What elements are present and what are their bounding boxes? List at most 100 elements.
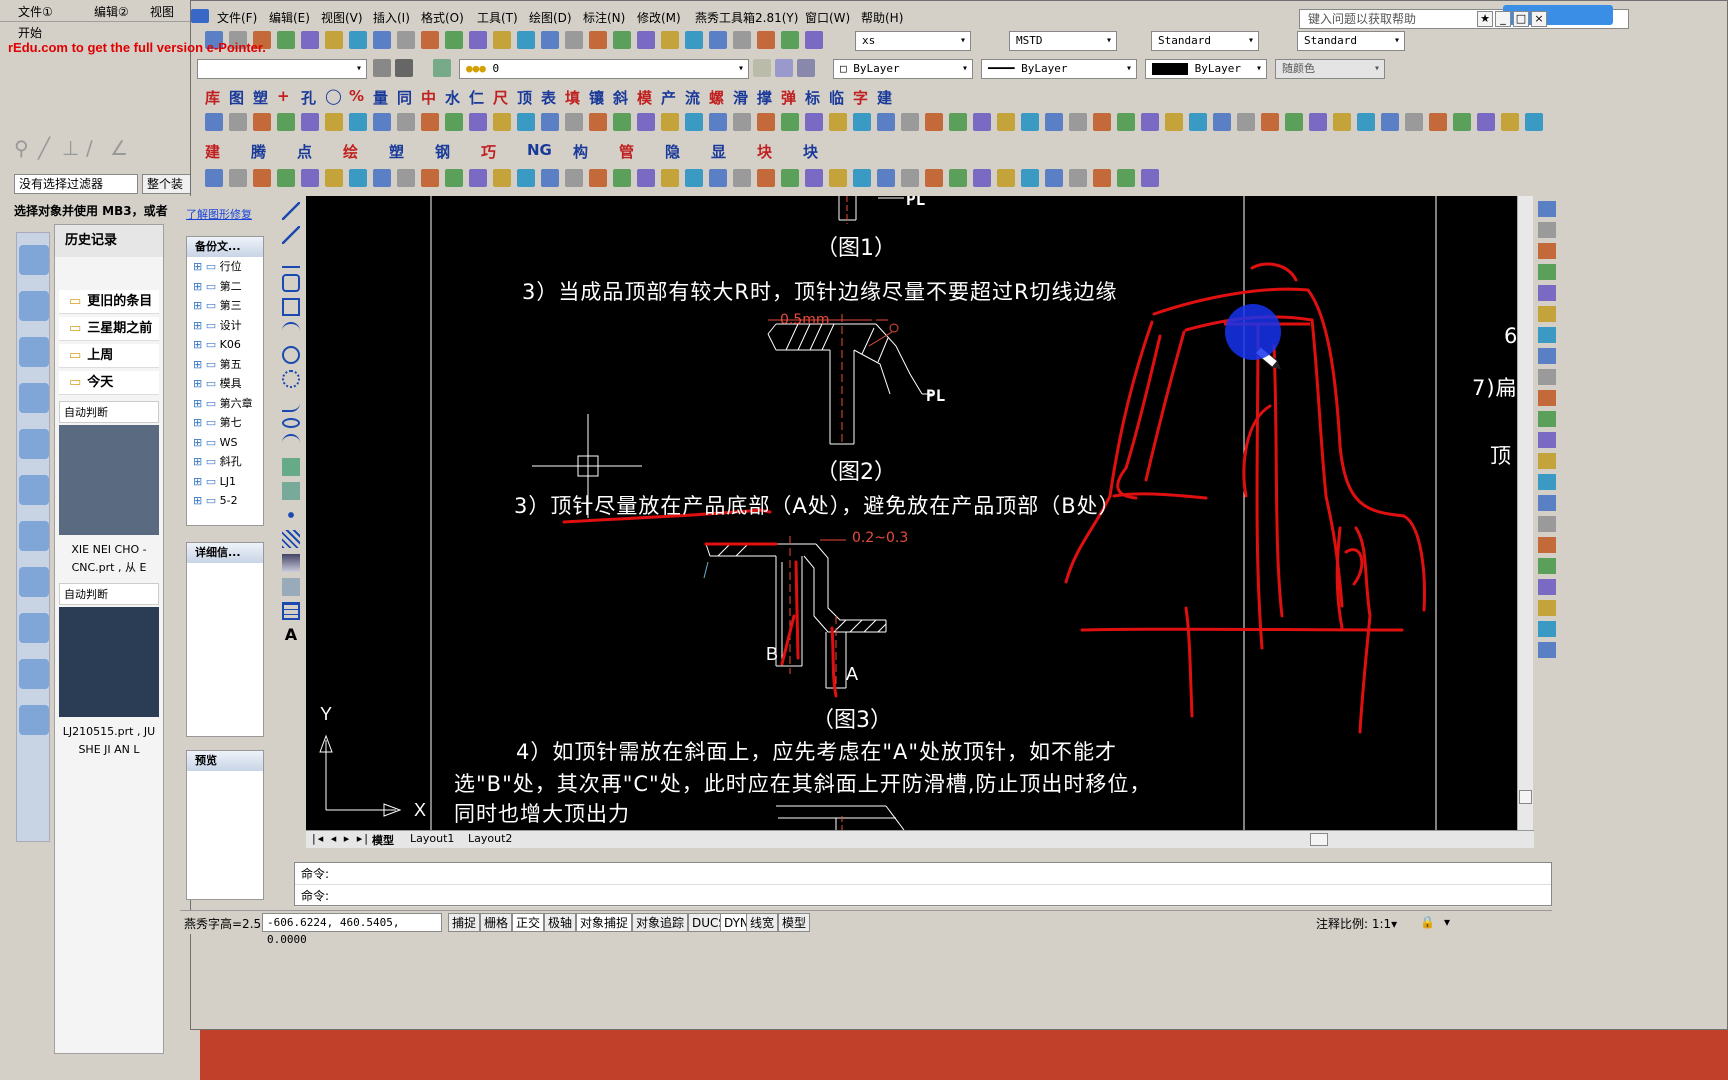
toolbar-button-icon[interactable] [1021, 113, 1039, 131]
layer-tool-icon[interactable] [373, 59, 391, 77]
modify-tool-icon[interactable] [1538, 369, 1556, 385]
history-icon[interactable] [19, 475, 49, 505]
toolbar-button-icon[interactable] [1237, 113, 1255, 131]
mold-tool-button[interactable]: 塑 [389, 141, 404, 162]
toolbar-button-icon[interactable] [1093, 113, 1111, 131]
drawing-canvas[interactable]: PL （图1） 3）当成品顶部有较大R时，顶针边缘尽量不要超过R切线边缘 0.5… [306, 196, 1517, 830]
mold-tool-button[interactable]: 流 [685, 87, 700, 108]
toolbar-button-icon[interactable] [805, 31, 823, 49]
mold-tool-button[interactable]: 斜 [613, 87, 628, 108]
vscroll-thumb[interactable] [1519, 790, 1532, 804]
constraint-icon[interactable] [19, 291, 49, 321]
mold-tool-button[interactable]: 建 [877, 87, 892, 108]
toolbar-button-icon[interactable] [781, 113, 799, 131]
history-folder-today[interactable]: 今天 [59, 371, 159, 395]
web-icon[interactable] [19, 429, 49, 459]
toolbar-button-icon[interactable] [1285, 113, 1303, 131]
toolbar-button-icon[interactable] [1525, 113, 1543, 131]
toolbar-button-icon[interactable] [973, 169, 991, 187]
clock-icon[interactable] [19, 521, 49, 551]
axis-icon[interactable]: ⊥ [62, 136, 86, 160]
rectangle-icon[interactable] [282, 298, 300, 316]
role-icon[interactable] [19, 705, 49, 735]
tree-node[interactable]: 行位 [187, 257, 263, 277]
toolbar-button-icon[interactable] [637, 31, 655, 49]
toggle-snap[interactable]: 捕捉 [448, 913, 481, 932]
toolbar-button-icon[interactable] [1069, 113, 1087, 131]
toolbar-button-icon[interactable] [373, 113, 391, 131]
list-icon[interactable] [19, 567, 49, 597]
toolbar-button-icon[interactable] [757, 113, 775, 131]
star-icon[interactable]: ★ [1477, 11, 1493, 27]
tree-node[interactable]: 斜孔 [187, 452, 263, 472]
table-style-select[interactable]: Standard [1151, 31, 1259, 51]
toolbar-button-icon[interactable] [1045, 113, 1063, 131]
toolbar-button-icon[interactable] [589, 31, 607, 49]
lineweight-select[interactable]: ByLayer [1145, 59, 1267, 79]
mold-tool-button[interactable]: 尺 [493, 87, 508, 108]
mold-tool-button[interactable]: 临 [829, 87, 844, 108]
modify-tool-icon[interactable] [1538, 474, 1556, 490]
toolbar-button-icon[interactable] [709, 31, 727, 49]
toolbar-button-icon[interactable] [613, 169, 631, 187]
toolbar-button-icon[interactable] [397, 169, 415, 187]
menu-modify[interactable]: 修改(M) [637, 9, 681, 26]
toggle-grid[interactable]: 栅格 [480, 913, 513, 932]
mold-tool-button[interactable]: 弹 [781, 87, 796, 108]
toggle-osnap[interactable]: 对象捕捉 [576, 913, 633, 932]
tree-node[interactable]: K06 [187, 335, 263, 355]
modify-tool-icon[interactable] [1538, 642, 1556, 658]
toolbar-button-icon[interactable] [709, 169, 727, 187]
mold-tool-button[interactable]: 同 [397, 87, 412, 108]
modify-tool-icon[interactable] [1538, 285, 1556, 301]
toolbar-button-icon[interactable] [349, 31, 367, 49]
toolbar-button-icon[interactable] [517, 113, 535, 131]
tree-node[interactable]: 第七 [187, 413, 263, 433]
toolbar-button-icon[interactable] [1141, 113, 1159, 131]
tab-layout2[interactable]: Layout2 [468, 832, 512, 845]
toolbar-button-icon[interactable] [205, 169, 223, 187]
toolbar-button-icon[interactable] [445, 169, 463, 187]
mold-tool-button[interactable]: 模 [637, 87, 652, 108]
polygon-icon[interactable] [282, 274, 300, 292]
toolbar-button-icon[interactable] [661, 113, 679, 131]
menu-edit[interactable]: 编辑(E) [269, 9, 310, 26]
toolbar-button-icon[interactable] [685, 113, 703, 131]
restore-button[interactable]: □ [1513, 11, 1529, 27]
tab-nav-arrows[interactable]: |◂ ◂ ▸ ▸| [312, 832, 370, 845]
assembly-icon[interactable] [19, 245, 49, 275]
toolbar-button-icon[interactable] [493, 169, 511, 187]
modify-tool-icon[interactable] [1538, 327, 1556, 343]
vertical-scrollbar[interactable] [1517, 196, 1533, 830]
chart-icon[interactable] [19, 383, 49, 413]
toolbar-button-icon[interactable] [637, 113, 655, 131]
line-icon[interactable]: ╱ [38, 136, 62, 160]
toolbar-button-icon[interactable] [493, 31, 511, 49]
toolbar-button-icon[interactable] [1477, 113, 1495, 131]
toolbar-button-icon[interactable] [829, 169, 847, 187]
modify-tool-icon[interactable] [1538, 453, 1556, 469]
toolbar-button-icon[interactable] [1117, 113, 1135, 131]
toolbar-button-icon[interactable] [901, 113, 919, 131]
toggle-lineweight[interactable]: 线宽 [746, 913, 779, 932]
toolbar-button-icon[interactable] [1021, 169, 1039, 187]
mold-tool-button[interactable]: 显 [711, 141, 726, 162]
ellipse-icon[interactable] [282, 418, 300, 428]
toolbar-button-icon[interactable] [733, 169, 751, 187]
toolbar-button-icon[interactable] [613, 31, 631, 49]
modify-tool-icon[interactable] [1538, 495, 1556, 511]
toolbar-button-icon[interactable] [445, 31, 463, 49]
insert-block-icon[interactable] [282, 458, 300, 476]
toolbar-button-icon[interactable] [325, 31, 343, 49]
multileader-style-select[interactable]: Standard [1297, 31, 1405, 51]
mold-tool-button[interactable]: 库 [205, 87, 220, 108]
toolbar-button-icon[interactable] [565, 113, 583, 131]
details-header[interactable]: 详细信... [187, 543, 263, 563]
modify-tool-icon[interactable] [1538, 390, 1556, 406]
table-icon[interactable] [282, 602, 300, 620]
close-button[interactable]: × [1531, 11, 1547, 27]
mold-tool-button[interactable]: 点 [297, 141, 312, 162]
bg-menu-file[interactable]: 文件① [18, 3, 53, 20]
menu-tools[interactable]: 工具(T) [477, 9, 518, 26]
toolbar-button-icon[interactable] [1453, 113, 1471, 131]
